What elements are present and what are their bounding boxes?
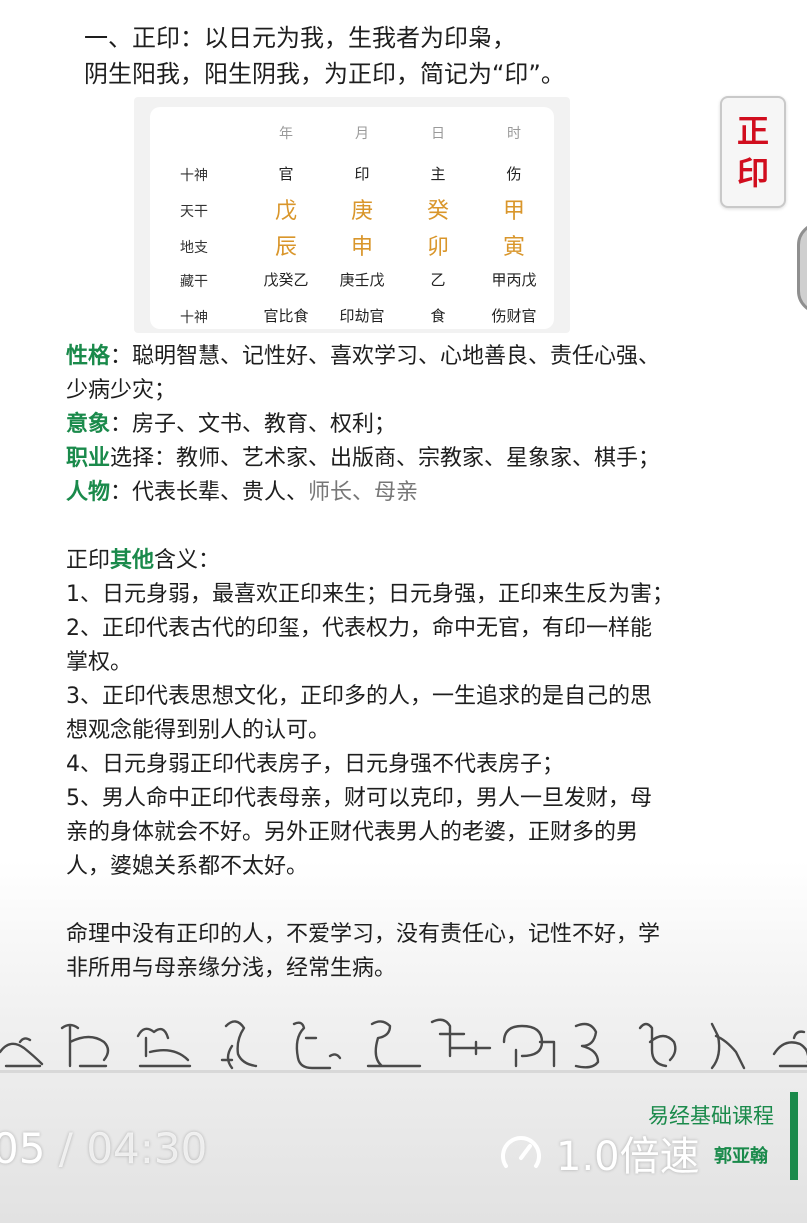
monkey-glyph-icon [574,1022,600,1069]
table-cell: 甲丙戊 [491,271,537,289]
personality-label: 性格 [66,344,111,369]
other-title-prefix: 正印 [66,548,111,573]
horse-glyph-icon [430,1018,492,1058]
pig-glyph-icon [772,1030,807,1068]
table-cell: 甲 [502,199,526,224]
dog-glyph-icon [710,1022,746,1070]
goat-glyph-icon [502,1024,556,1068]
table-cell: 申 [350,235,374,260]
other-line: 5、男人命中正印代表母亲，财可以克印，男人一旦发财，母 [66,786,652,811]
speed-label: 1.0倍速 [556,1134,700,1180]
dragon-glyph-icon [292,1021,342,1070]
table-cell: 戊癸乙 [263,271,309,289]
personality-line: 性格：聪明智慧、记性好、喜欢学习、心地善良、责任心强、 [66,340,796,374]
rooster-glyph-icon [638,1022,677,1068]
current-time: 05 [0,1124,46,1173]
column-header: 日 [431,126,445,142]
imagery-text: ：房子、文书、教育、权利； [110,412,397,437]
table-cell: 卯 [426,235,450,260]
table-cell: 伤财官 [491,307,537,325]
tiger-glyph-icon [136,1027,192,1068]
other-title-suffix: 含义： [154,548,221,573]
table-cell: 庚 [350,199,374,224]
side-handle[interactable] [797,222,807,314]
other-line: 掌权。 [66,650,133,675]
career-label: 职业 [66,446,111,471]
row-label: 地支 [180,240,208,256]
table-cell: 主 [430,165,446,183]
zhengyin-stamp: 正 印 [720,96,786,208]
column-header: 年 [279,126,293,142]
other-line: 4、日元身弱正印代表房子，日元身强不代表房子； [66,752,564,777]
other-line: 2、正印代表古代的印玺，代表权力，命中无官，有印一样能 [66,616,652,641]
zodiac-glyph-strip [0,1018,807,1070]
stamp-char: 印 [736,154,769,192]
total-time: 04:30 [86,1124,208,1173]
people-line: 人物：代表长辈、贵人、师长、母亲 [66,476,796,510]
other-line: 1、日元身弱，最喜欢正印来生；日元身强，正印来生反为害； [66,582,674,607]
time-separator: / [45,1124,87,1173]
personality-text: ：聪明智慧、记性好、喜欢学习、心地善良、责任心强、 [110,344,661,369]
table-cell: 辰 [274,235,298,260]
bazi-table: 年 月 日 时 十神 官 印 主 伤 天干 戊 庚 癸 甲 地支 辰 申 卯 寅… [150,107,554,329]
rabbit-glyph-icon [220,1020,258,1070]
table-cell: 印 [354,165,370,183]
table-cell: 伤 [506,165,522,183]
imagery-line: 意象：房子、文书、教育、权利； [66,408,796,442]
career-line: 职业选择：教师、艺术家、出版商、宗教家、星象家、棋手； [66,442,796,476]
people-text: ：代表长辈、贵人、 [110,480,309,505]
other-line: 亲的身体就会不好。另外正财代表男人的老婆，正财多的男 [66,820,639,845]
ox-glyph-icon [60,1023,110,1068]
table-cell: 庚壬戊 [339,271,385,289]
body-text: 性格：聪明智慧、记性好、喜欢学习、心地善良、责任心强、 少病少灾； 意象：房子、… [66,340,796,986]
table-cell: 癸 [426,199,450,224]
table-cell: 食 [430,307,446,325]
table-cell: 乙 [430,271,446,289]
row-label: 藏干 [180,274,208,290]
table-cell: 戊 [274,199,298,224]
speedometer-icon [501,1136,541,1168]
other-line: 人，婆媳关系都不太好。 [66,854,309,879]
row-label: 十神 [180,310,208,326]
other-line: 3、正印代表思想文化，正印多的人，一生追求的是自己的思 [66,684,652,709]
row-label: 十神 [180,168,208,184]
stamp-char: 正 [736,112,769,150]
author-name: 郭亚翰 [714,1146,768,1167]
career-text: 选择：教师、艺术家、出版商、宗教家、星象家、棋手； [110,446,661,471]
brand-accent-bar [790,1092,798,1180]
rat-glyph-icon [0,1037,44,1068]
summary-line-2: 非所用与母亲缘分浅，经常生病。 [66,956,397,981]
people-label: 人物 [66,480,111,505]
playback-time: 05 / 04:30 [0,1124,207,1173]
bazi-table-card: 年 月 日 时 十神 官 印 主 伤 天干 戊 庚 癸 甲 地支 辰 申 卯 寅… [134,97,570,333]
intro-line-1: 一、正印：以日元为我，生我者为印枭， [84,24,516,52]
table-cell: 官比食 [263,307,309,325]
course-title: 易经基础课程 [648,1104,774,1128]
imagery-label: 意象 [66,412,111,437]
summary-line-1: 命理中没有正印的人，不爱学习，没有责任心，记性不好，学 [66,922,661,947]
column-header: 时 [507,126,521,142]
other-line: 想观念能得到别人的认可。 [66,718,331,743]
intro-line-2: 阴生阳我，阳生阴我，为正印，简记为“印”。 [84,60,565,88]
other-title-green: 其他 [110,548,155,573]
table-cell: 寅 [502,235,526,260]
snake-glyph-icon [366,1020,422,1068]
people-text-faded: 师长、母亲 [308,480,419,505]
table-cell: 官 [278,165,294,183]
column-header: 月 [355,126,369,142]
personality-line-2: 少病少灾； [66,378,177,403]
other-title: 正印其他含义： [66,544,796,578]
intro-text: 一、正印：以日元为我，生我者为印枭， 阴生阳我，阳生阴我，为正印，简记为“印”。 [84,20,565,92]
row-label: 天干 [180,204,208,220]
divider-line [0,1070,807,1073]
playback-speed-button[interactable]: 1.0倍速 [496,1124,700,1182]
table-cell: 印劫官 [339,307,385,325]
